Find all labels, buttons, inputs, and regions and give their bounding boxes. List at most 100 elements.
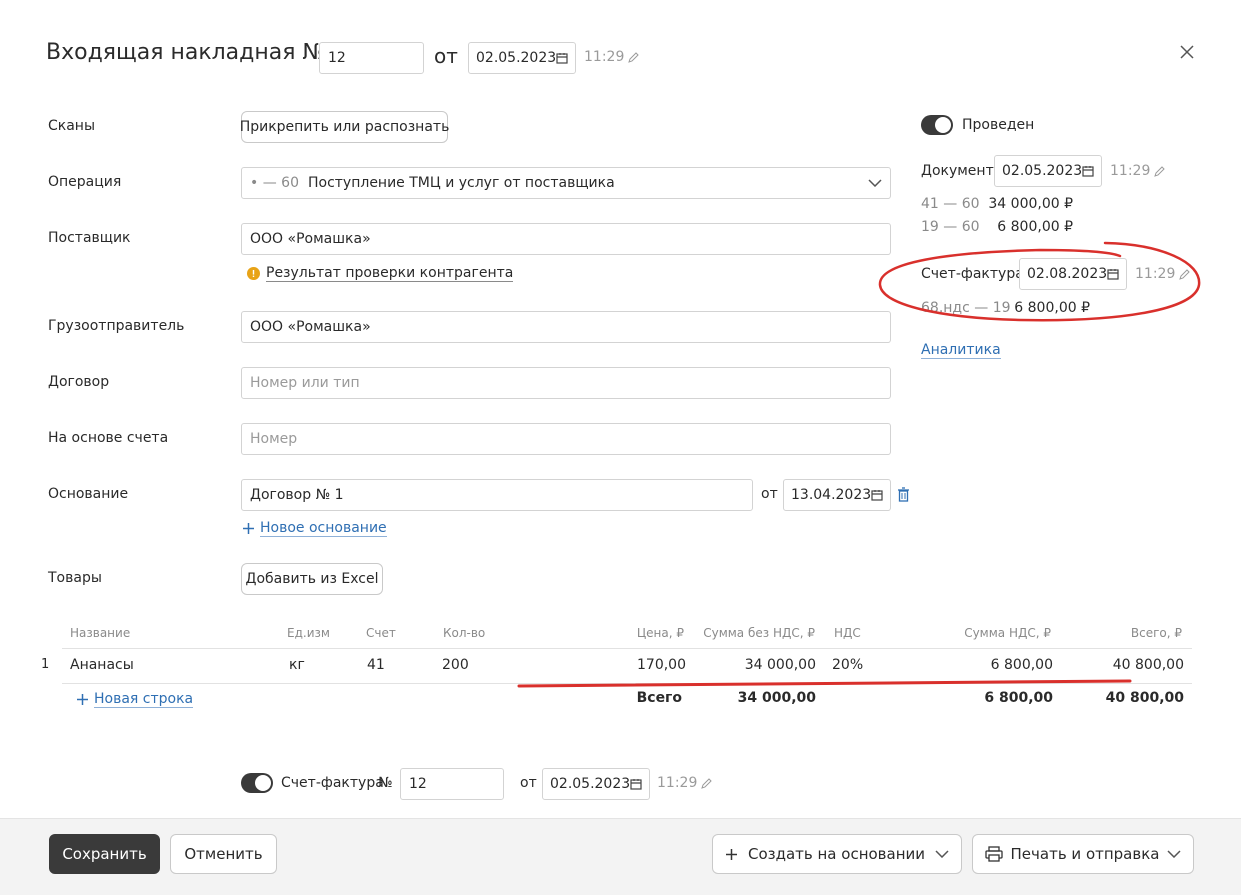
side-invoice-date-input[interactable]: 02.08.2023 bbox=[1019, 258, 1127, 290]
row-total[interactable]: 40 800,00 bbox=[1070, 657, 1184, 673]
invoice-footer-number-input[interactable]: 12 bbox=[400, 768, 504, 800]
document-time[interactable]: 11:29 bbox=[1110, 163, 1166, 179]
plus-icon bbox=[725, 848, 737, 860]
col-price: Цена, ₽ bbox=[636, 626, 684, 640]
scans-label: Сканы bbox=[48, 118, 96, 134]
from-label: от bbox=[434, 44, 458, 68]
totals-sum-no-vat: 34 000,00 bbox=[737, 690, 816, 706]
basis-input[interactable]: Договор № 1 bbox=[241, 479, 753, 511]
counterparty-check[interactable]: Результат проверки контрагента bbox=[247, 265, 514, 282]
row-account[interactable]: 41 bbox=[367, 657, 385, 673]
warning-icon bbox=[247, 267, 260, 280]
invoice-toggle[interactable] bbox=[241, 773, 273, 793]
plus-icon bbox=[243, 523, 254, 534]
side-invoice-entry-amount: 6 800,00 ₽ bbox=[1014, 300, 1090, 316]
save-button[interactable]: Сохранить bbox=[49, 834, 160, 874]
totals-total: 40 800,00 bbox=[1105, 690, 1184, 706]
invoice-footer-date-input[interactable]: 02.05.2023 bbox=[542, 768, 650, 800]
new-basis[interactable]: Новое основание bbox=[242, 520, 387, 537]
col-account: Счет bbox=[366, 626, 396, 640]
pencil-icon bbox=[628, 51, 640, 63]
entry-amount-2: 6 800,00 ₽ bbox=[997, 219, 1073, 235]
print-send-button[interactable]: Печать и отправка bbox=[972, 834, 1194, 874]
operation-value: Поступление ТМЦ и услуг от поставщика bbox=[307, 175, 615, 191]
header-time-value: 11:29 bbox=[584, 49, 625, 65]
contract-input[interactable]: Номер или тип bbox=[241, 367, 891, 399]
counterparty-check-link[interactable]: Результат проверки контрагента bbox=[266, 265, 514, 282]
row-price[interactable]: 170,00 bbox=[586, 657, 686, 673]
new-basis-link[interactable]: Новое основание bbox=[260, 520, 387, 537]
posted-label: Проведен bbox=[962, 117, 1035, 133]
calendar-icon bbox=[1107, 269, 1119, 280]
row-qty[interactable]: 200 bbox=[442, 657, 469, 673]
basis-date-input[interactable]: 13.04.2023 bbox=[783, 479, 891, 511]
calendar-icon bbox=[556, 53, 568, 64]
add-from-excel-button[interactable]: Добавить из Excel bbox=[241, 563, 383, 595]
side-invoice-time-value: 11:29 bbox=[1135, 266, 1176, 282]
supplier-input[interactable]: ООО «Ромашка» bbox=[241, 223, 891, 255]
create-based-label: Создать на основании bbox=[747, 845, 926, 863]
invoice-footer-time-value: 11:29 bbox=[657, 775, 698, 791]
supplier-label: Поставщик bbox=[48, 230, 131, 246]
close-icon[interactable] bbox=[1180, 45, 1194, 59]
chevron-down-icon bbox=[1167, 850, 1181, 858]
invoice-basis-input[interactable]: Номер bbox=[241, 423, 891, 455]
col-name: Название bbox=[70, 626, 131, 640]
row-sum-no-vat[interactable]: 34 000,00 bbox=[690, 657, 816, 673]
pencil-icon bbox=[1179, 268, 1191, 280]
row-name[interactable]: Ананасы bbox=[70, 657, 134, 673]
pencil-icon bbox=[1154, 165, 1166, 177]
basis-date-value: 13.04.2023 bbox=[791, 487, 872, 503]
chevron-down-icon bbox=[868, 179, 882, 187]
contract-label: Договор bbox=[48, 374, 110, 390]
col-unit: Ед.изм bbox=[287, 626, 330, 640]
invoice-footer-date-value: 02.05.2023 bbox=[550, 776, 631, 792]
calendar-icon bbox=[1082, 166, 1094, 177]
operation-select[interactable]: • — 60 Поступление ТМЦ и услуг от постав… bbox=[241, 167, 891, 199]
table-row-divider bbox=[62, 683, 1192, 684]
document-date-value: 02.05.2023 bbox=[1002, 163, 1083, 179]
col-vat: НДС bbox=[834, 626, 861, 640]
posted-toggle[interactable] bbox=[921, 115, 953, 135]
pencil-icon bbox=[701, 777, 713, 789]
invoice-number-input[interactable]: 12 bbox=[319, 42, 424, 74]
row-vat-sum[interactable]: 6 800,00 bbox=[930, 657, 1053, 673]
invoice-date-value: 02.05.2023 bbox=[476, 50, 557, 66]
document-time-value: 11:29 bbox=[1110, 163, 1151, 179]
row-unit[interactable]: кг bbox=[289, 657, 305, 673]
shipper-input[interactable]: ООО «Ромашка» bbox=[241, 311, 891, 343]
goods-label: Товары bbox=[48, 570, 102, 586]
new-row-link[interactable]: Новая строка bbox=[94, 691, 194, 708]
shipper-label: Грузоотправитель bbox=[48, 318, 185, 334]
col-total: Всего, ₽ bbox=[1130, 626, 1182, 640]
side-invoice-label: Счет-фактура bbox=[921, 266, 1024, 282]
invoice-footer-label: Счет-фактура bbox=[281, 775, 384, 791]
document-label: Документ bbox=[921, 163, 994, 179]
new-row[interactable]: Новая строка bbox=[76, 691, 194, 708]
attach-scan-button[interactable]: Прикрепить или распознать bbox=[240, 111, 449, 143]
basis-from-label: от bbox=[761, 486, 778, 502]
table-header-divider bbox=[62, 648, 1192, 649]
analytics-link[interactable]: Аналитика bbox=[921, 342, 1001, 359]
side-invoice-date-value: 02.08.2023 bbox=[1027, 266, 1108, 282]
invoice-footer-number-label: № bbox=[378, 775, 393, 791]
cancel-button[interactable]: Отменить bbox=[170, 834, 277, 874]
col-vat-sum: Сумма НДС, ₽ bbox=[964, 626, 1051, 640]
invoice-date-input[interactable]: 02.05.2023 bbox=[468, 42, 576, 74]
invoice-footer-from-label: от bbox=[520, 775, 537, 791]
trash-icon[interactable] bbox=[897, 487, 910, 502]
calendar-icon bbox=[871, 490, 883, 501]
basis-label: Основание bbox=[48, 486, 129, 502]
printer-icon bbox=[984, 846, 1003, 862]
invoice-footer-time[interactable]: 11:29 bbox=[657, 775, 713, 791]
document-date-input[interactable]: 02.05.2023 bbox=[994, 155, 1102, 187]
invoice-basis-label: На основе счета bbox=[48, 430, 169, 446]
plus-icon bbox=[77, 694, 88, 705]
operation-label: Операция bbox=[48, 174, 122, 190]
create-based-button[interactable]: Создать на основании bbox=[712, 834, 962, 874]
side-invoice-time[interactable]: 11:29 bbox=[1135, 266, 1191, 282]
row-vat[interactable]: 20% bbox=[832, 657, 863, 673]
entry-accounts-2: 19 — 60 bbox=[921, 219, 980, 235]
header-time[interactable]: 11:29 bbox=[584, 49, 640, 65]
operation-code: • — 60 bbox=[250, 175, 299, 191]
